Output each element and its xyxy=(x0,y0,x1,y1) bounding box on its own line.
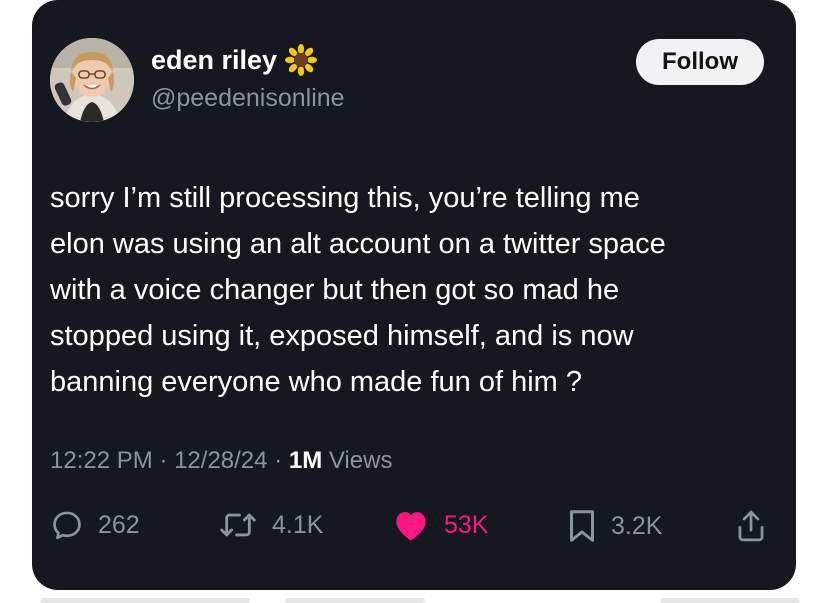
divider xyxy=(285,598,425,603)
reply-count: 262 xyxy=(98,510,140,539)
like-button[interactable]: 53K xyxy=(392,508,488,542)
tweet-line: with a voice changer but then got so mad… xyxy=(50,274,620,306)
tweet-line: sorry I’m still processing this, you’re … xyxy=(50,182,640,214)
tweet-line: stopped using it, exposed himself, and i… xyxy=(50,320,634,352)
repost-icon xyxy=(220,513,256,537)
avatar[interactable] xyxy=(50,38,134,122)
display-name-row[interactable]: eden riley xyxy=(151,44,318,76)
share-button[interactable] xyxy=(734,508,768,544)
tweet-line: elon was using an alt account on a twitt… xyxy=(50,228,666,260)
meta-separator: · xyxy=(274,447,283,474)
repost-count: 4.1K xyxy=(272,510,324,539)
tweet-date[interactable]: 12/28/24 xyxy=(174,447,267,474)
action-bar: 262 4.1K 53K 3.2K xyxy=(0,502,828,552)
repost-button[interactable]: 4.1K xyxy=(218,508,323,542)
divider xyxy=(660,598,800,603)
views-count: 1M xyxy=(288,447,323,474)
tweet-time[interactable]: 12:22 PM xyxy=(50,447,153,474)
views-label: Views xyxy=(328,447,393,474)
divider xyxy=(40,598,250,603)
display-name[interactable]: eden riley xyxy=(151,45,277,76)
sunflower-icon xyxy=(285,44,318,76)
bookmark-button[interactable]: 3.2K xyxy=(567,508,662,544)
bookmark-count: 3.2K xyxy=(611,511,663,540)
heart-icon xyxy=(396,512,426,541)
tweet-text: sorry I’m still processing this, you’re … xyxy=(50,175,770,405)
reply-icon xyxy=(53,511,81,540)
like-count: 53K xyxy=(444,510,489,539)
bookmark-icon xyxy=(570,510,594,542)
tweet-line: banning everyone who made fun of him ? xyxy=(50,366,583,398)
tweet-meta: 12:22 PM · 12/28/24 · 1M Views xyxy=(50,447,392,475)
meta-separator: · xyxy=(159,447,168,474)
follow-button[interactable]: Follow xyxy=(636,39,764,85)
user-handle[interactable]: @peedenisonline xyxy=(151,84,345,113)
reply-button[interactable]: 262 xyxy=(50,508,140,542)
share-icon xyxy=(738,510,764,542)
